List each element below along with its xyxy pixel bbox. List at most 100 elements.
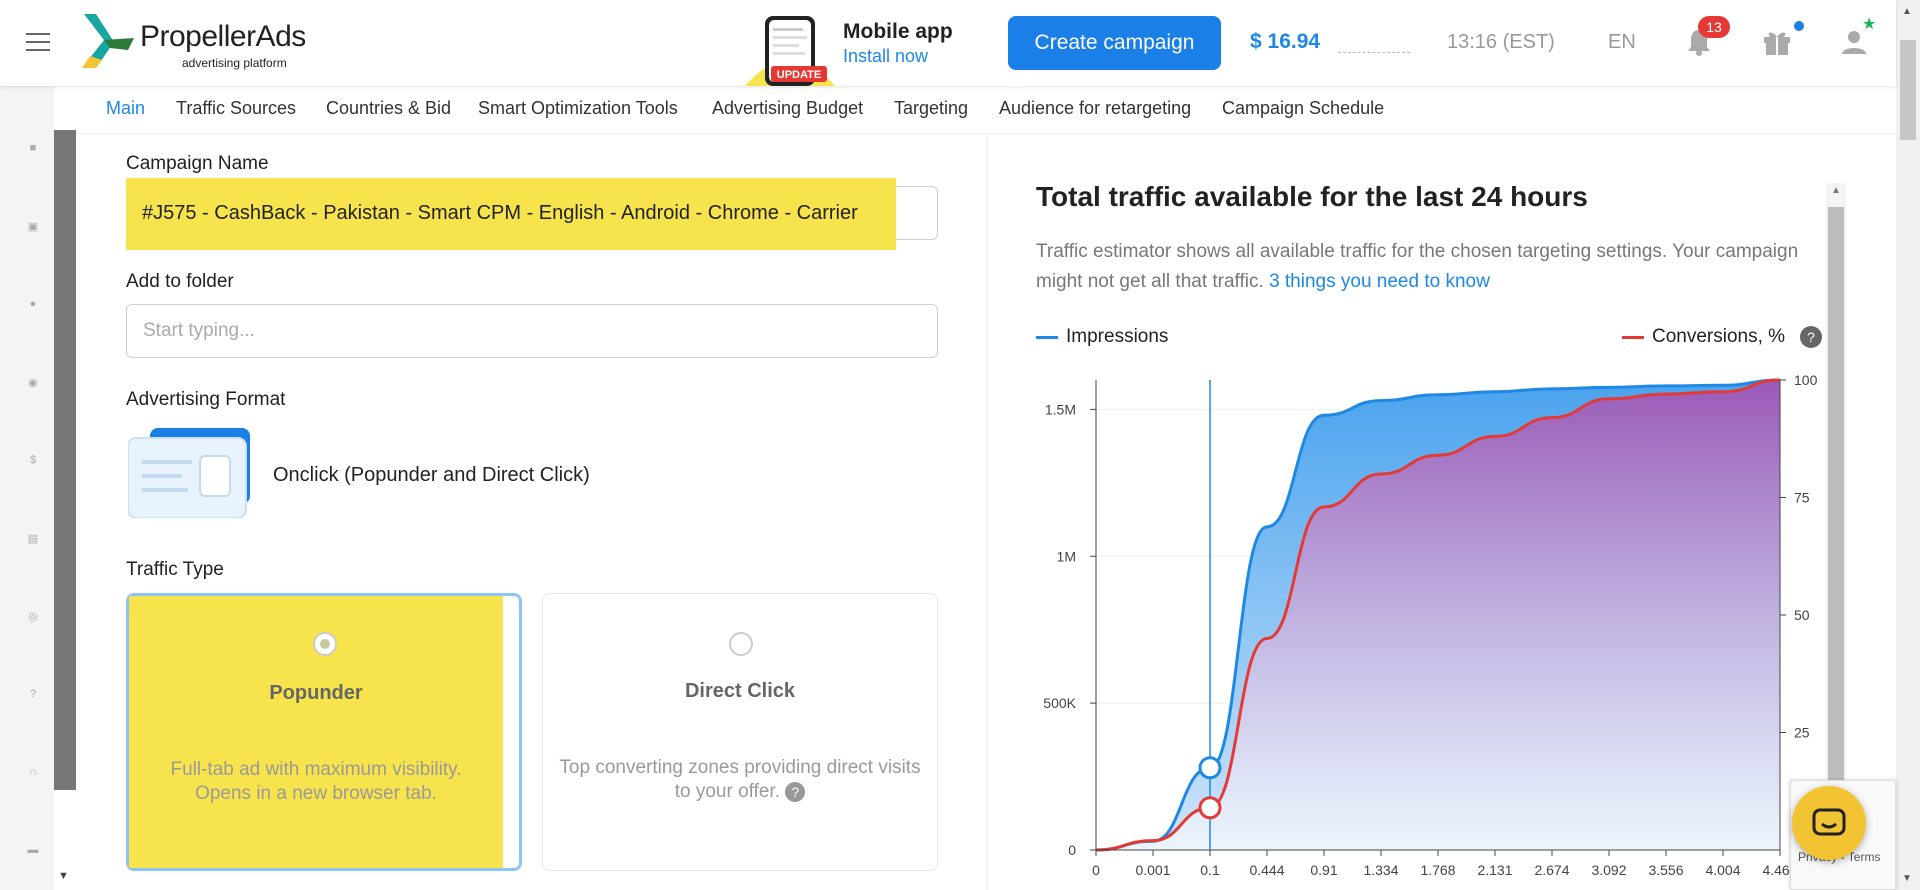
format-label: Advertising Format xyxy=(126,389,286,410)
x-tick-label: 3.092 xyxy=(1591,862,1626,878)
mobile-app-title: Mobile app xyxy=(843,20,953,43)
gift-icon[interactable] xyxy=(1762,28,1792,56)
impressions-area xyxy=(1096,380,1780,850)
logo-mark xyxy=(82,14,134,68)
dollar-icon[interactable]: $ xyxy=(27,454,39,466)
chart-scroll-up-icon[interactable]: ▲ xyxy=(1831,185,1841,196)
creatives-icon[interactable]: ▣ xyxy=(27,220,39,233)
campaign-tabs: Main Traffic Sources Countries & Bid Sma… xyxy=(76,86,1896,134)
left-sidebar: ■ ▣ ● ◉ $ ▤ ◎ ? ∩ ▬ xyxy=(0,86,54,890)
star-icon: ★ xyxy=(1862,16,1877,33)
tab-countries-bid[interactable]: Countries & Bid xyxy=(326,98,451,119)
form-scrollbar[interactable]: ▼ xyxy=(54,130,76,890)
conversions-point-marker xyxy=(1198,796,1222,820)
traffic-title: Total traffic available for the last 24 … xyxy=(1036,181,1588,212)
language-selector[interactable]: EN xyxy=(1608,31,1636,54)
conversions-area xyxy=(1096,380,1780,850)
direct-click-radio[interactable] xyxy=(729,632,753,656)
x-tick-label: 2.674 xyxy=(1534,862,1569,878)
y-right-tick-label: 25 xyxy=(1794,725,1810,741)
onclick-format-icon xyxy=(128,428,250,518)
balance-underline xyxy=(1338,52,1410,53)
form-scroll-down-icon[interactable]: ▼ xyxy=(58,870,69,882)
x-tick-label: 2.131 xyxy=(1477,862,1512,878)
tab-audience-retargeting[interactable]: Audience for retargeting xyxy=(999,98,1191,119)
campaign-name-label: Campaign Name xyxy=(126,153,269,174)
audience-icon[interactable]: ● xyxy=(27,298,39,310)
conversions-help-icon[interactable]: ? xyxy=(1800,326,1822,348)
traffic-type-label: Traffic Type xyxy=(126,559,224,580)
folder-input[interactable] xyxy=(126,304,938,358)
tab-targeting[interactable]: Targeting xyxy=(894,98,968,119)
settings-icon[interactable]: ◎ xyxy=(27,610,39,623)
legend-conversions: Conversions, % xyxy=(1622,326,1785,348)
x-tick-label: 3.556 xyxy=(1648,862,1683,878)
wallet-icon[interactable]: ▤ xyxy=(27,532,39,545)
folder-label: Add to folder xyxy=(126,271,234,292)
impressions-line xyxy=(1095,378,1781,852)
chat-button[interactable] xyxy=(1792,786,1866,860)
things-to-know-link[interactable]: 3 things you need to know xyxy=(1269,271,1490,292)
x-tick-label: 1.768 xyxy=(1420,862,1455,878)
impressions-point-marker xyxy=(1198,756,1222,780)
page-scrollbar-thumb[interactable] xyxy=(1900,40,1916,140)
page-scrollbar[interactable]: ▲ ▼ xyxy=(1896,0,1920,890)
support-headset-icon[interactable]: ∩ xyxy=(27,766,39,778)
install-now-link[interactable]: Install now xyxy=(843,46,928,67)
x-tick-label: 0.444 xyxy=(1249,862,1284,878)
tab-advertising-budget[interactable]: Advertising Budget xyxy=(712,98,863,119)
eye-icon[interactable]: ◉ xyxy=(27,376,39,389)
top-header: PropellerAds advertising platform UPDATE… xyxy=(0,0,1896,86)
update-badge: UPDATE xyxy=(777,69,821,81)
legend-conversions-label: Conversions, % xyxy=(1652,326,1786,347)
y-left-tick-label: 0 xyxy=(1068,842,1076,858)
gift-indicator-dot xyxy=(1794,21,1804,31)
chat-icon xyxy=(1812,808,1846,836)
propellerads-logo[interactable]: PropellerAds advertising platform xyxy=(76,10,306,72)
briefcase-icon[interactable]: ▬ xyxy=(27,844,39,856)
direct-click-description-wrap: Top converting zones providing direct vi… xyxy=(543,756,937,804)
balance-amount[interactable]: $ 16.94 xyxy=(1250,30,1320,54)
popunder-radio[interactable] xyxy=(313,632,337,656)
popunder-description: Full-tab ad with maximum visibility. Ope… xyxy=(170,759,462,804)
y-right-tick-label: 100 xyxy=(1794,372,1818,388)
x-tick-label: 0.91 xyxy=(1310,862,1337,878)
x-tick-label: 1.334 xyxy=(1363,862,1398,878)
traffic-type-direct-click-card[interactable]: Direct Click Top converting zones provid… xyxy=(542,593,938,871)
logo-text: PropellerAds xyxy=(140,20,306,53)
panel-divider xyxy=(987,134,988,890)
scroll-up-arrow-icon[interactable]: ▲ xyxy=(1902,6,1912,17)
scroll-down-arrow-icon[interactable]: ▼ xyxy=(1902,873,1912,884)
y-right-tick-label: 50 xyxy=(1794,607,1810,623)
traffic-type-popunder-card[interactable]: Popunder Full-tab ad with maximum visibi… xyxy=(126,593,522,871)
x-tick-label: 0.1 xyxy=(1200,862,1220,878)
legend-impressions-label: Impressions xyxy=(1066,326,1169,347)
x-tick-label: 4.004 xyxy=(1705,862,1740,878)
traffic-description: Traffic estimator shows all available tr… xyxy=(1036,237,1816,297)
popunder-title: Popunder xyxy=(269,682,363,704)
campaign-name-input[interactable]: #J575 - CashBack - Pakistan - Smart CPM … xyxy=(142,202,858,225)
help-icon[interactable]: ? xyxy=(27,688,39,700)
tab-smart-optimization[interactable]: Smart Optimization Tools xyxy=(478,98,678,119)
current-time: 13:16 (EST) xyxy=(1447,31,1555,53)
campaigns-icon[interactable]: ■ xyxy=(27,142,39,154)
form-scrollbar-thumb[interactable] xyxy=(54,130,76,790)
tab-main[interactable]: Main xyxy=(106,98,145,119)
help-icon[interactable]: ? xyxy=(785,781,806,802)
y-left-tick-label: 1M xyxy=(1057,548,1076,564)
notification-badge: 13 xyxy=(1698,16,1730,38)
create-campaign-button[interactable]: Create campaign xyxy=(1008,16,1221,70)
menu-icon[interactable] xyxy=(26,33,50,51)
x-tick-label: 0.001 xyxy=(1135,862,1170,878)
tab-traffic-sources[interactable]: Traffic Sources xyxy=(176,98,296,119)
logo-subtitle: advertising platform xyxy=(182,56,287,70)
direct-click-description: Top converting zones providing direct vi… xyxy=(559,757,921,802)
y-left-tick-label: 500K xyxy=(1043,695,1076,711)
format-value: Onclick (Popunder and Direct Click) xyxy=(273,464,590,486)
direct-click-title: Direct Click xyxy=(684,680,796,702)
phone-app-icon[interactable]: UPDATE xyxy=(745,14,835,86)
tab-campaign-schedule[interactable]: Campaign Schedule xyxy=(1222,98,1384,119)
y-left-tick-label: 1.5M xyxy=(1045,401,1076,417)
y-right-tick-label: 75 xyxy=(1794,490,1810,506)
legend-impressions: Impressions xyxy=(1036,326,1168,348)
